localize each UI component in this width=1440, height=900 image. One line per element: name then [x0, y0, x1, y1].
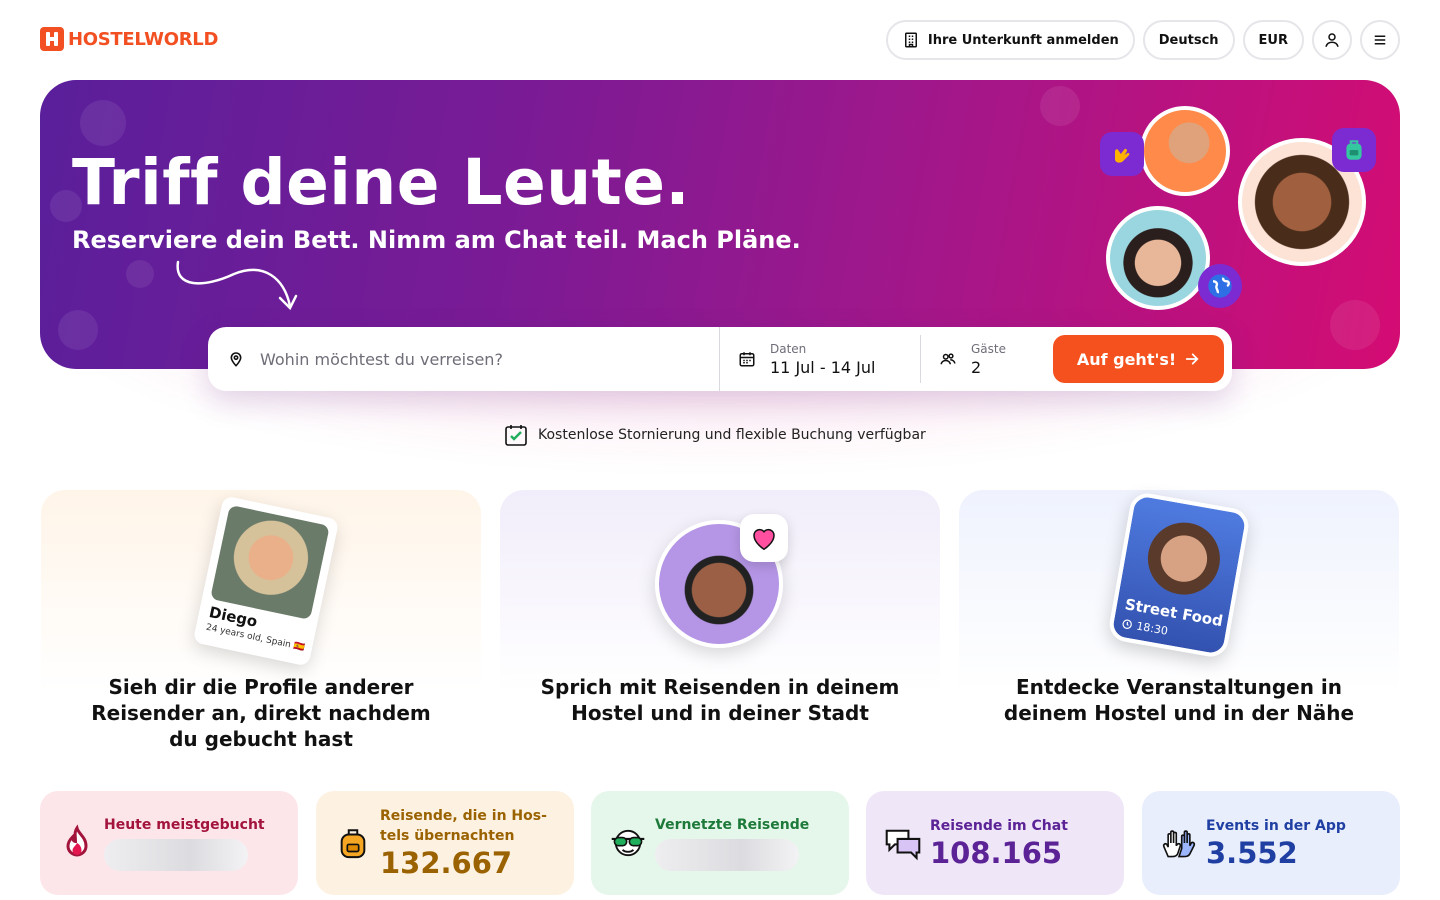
- hero-subtitle: Reserviere dein Bett. Nimm am Chat teil.…: [72, 226, 801, 254]
- stat-label: Heute meistgebucht: [104, 817, 265, 833]
- stat-chat-travelers: Reisende im Chat 108.165: [866, 791, 1124, 895]
- location-pin-icon: [230, 352, 242, 367]
- profile-photo: [210, 504, 330, 620]
- stat-label: Vernetzte Reisende: [655, 817, 810, 833]
- arrow-right-icon: [1185, 353, 1199, 365]
- loading-skeleton: [655, 839, 799, 871]
- destination-input[interactable]: [260, 349, 680, 369]
- hamburger-menu-icon: [1374, 35, 1386, 45]
- calendar-check-icon: [505, 425, 527, 446]
- logo-text: HOSTELWORLD: [68, 28, 219, 50]
- register-property-label: Ihre Unterkunft anmelden: [927, 32, 1119, 48]
- feature-profiles: Diego 24 years old, Spain 🇪🇸 Sieh dir di…: [41, 490, 481, 760]
- traveler-avatar: [1106, 206, 1210, 310]
- stat-label: Reisende im Chat: [930, 818, 1068, 834]
- stat-connected-travelers: Vernetzte Reisende: [591, 791, 849, 895]
- calendar-icon: [739, 352, 755, 367]
- clock-icon: [1122, 619, 1132, 629]
- currency-button[interactable]: EUR: [1242, 20, 1304, 60]
- heart-bubble: [740, 514, 788, 562]
- guests-value: 2: [971, 357, 982, 377]
- dates-label: Daten: [770, 341, 807, 356]
- dates-value: 11 Jul - 14 Jul: [770, 357, 876, 377]
- user-icon: [1325, 33, 1339, 47]
- event-card: Street Food 18:30: [1106, 490, 1252, 660]
- bokeh-decoration: [1040, 86, 1080, 126]
- bokeh-decoration: [126, 260, 154, 288]
- dates-field[interactable]: Daten 11 Jul - 14 Jul: [720, 335, 921, 383]
- bokeh-decoration: [80, 100, 126, 146]
- traveler-avatar: [1140, 106, 1230, 196]
- destination-field[interactable]: [208, 327, 720, 391]
- top-nav: Ihre Unterkunft anmelden Deutsch EUR: [885, 20, 1400, 60]
- feature-events: Street Food 18:30 Entdecke Veranstaltung…: [959, 490, 1399, 760]
- profile-card: Diego 24 years old, Spain 🇪🇸: [192, 495, 340, 667]
- stat-value: 108.165: [930, 836, 1063, 870]
- stat-value: 132.667: [380, 846, 513, 880]
- account-button[interactable]: [1312, 20, 1352, 60]
- globe-icon: [1198, 264, 1242, 308]
- site-header: HOSTELWORLD Ihre Unterkunft anmelden Deu…: [0, 0, 1440, 80]
- stat-value: 3.552: [1206, 836, 1298, 870]
- fire-icon: [58, 824, 96, 862]
- cancellation-note: Kostenlose Stornierung und flexible Buch…: [504, 423, 926, 447]
- event-time-row: 18:30: [1121, 617, 1169, 638]
- curved-arrow-icon: [176, 260, 298, 311]
- register-property-button[interactable]: Ihre Unterkunft anmelden: [885, 20, 1135, 60]
- menu-button[interactable]: [1360, 20, 1400, 60]
- logo-mark-icon: [40, 27, 64, 51]
- search-submit-button[interactable]: Auf geht's!: [1053, 335, 1224, 383]
- hero-title: Triff deine Leute.: [72, 146, 690, 219]
- language-button[interactable]: Deutsch: [1142, 20, 1235, 60]
- heart-icon: [753, 528, 775, 551]
- loading-skeleton: [104, 839, 248, 871]
- stat-hostel-travelers: Reisende, die in Hos-tels übernachten 13…: [316, 791, 574, 895]
- bokeh-decoration: [58, 310, 98, 350]
- cancellation-text: Kostenlose Stornierung und flexible Buch…: [538, 427, 926, 443]
- waving-hands-icon: [1160, 824, 1198, 862]
- hostelworld-logo[interactable]: HOSTELWORLD: [40, 27, 218, 51]
- hero-banner: Triff deine Leute. Reserviere dein Bett.…: [40, 80, 1400, 369]
- sunglasses-icon: [609, 824, 647, 862]
- guests-icon: [940, 353, 956, 365]
- event-time: 18:30: [1135, 619, 1169, 638]
- stat-label: Events in der App: [1206, 818, 1346, 834]
- feature-chat: Sprich mit Reisenden in deinem Hostel un…: [500, 490, 940, 760]
- guests-label: Gäste: [971, 341, 1006, 356]
- bokeh-decoration: [1330, 300, 1380, 350]
- guests-field[interactable]: Gäste 2: [921, 335, 1053, 383]
- stat-most-booked: Heute meistgebucht: [40, 791, 298, 895]
- feature-title: Sprich mit Reisenden in deinem Hostel un…: [540, 675, 900, 725]
- chat-bubbles-icon: [884, 824, 922, 862]
- stat-label: Reisende, die in Hos-tels übernachten: [380, 808, 547, 844]
- search-bar: Daten 11 Jul - 14 Jul Gäste 2 Auf geht's…: [208, 327, 1232, 391]
- backpack-icon: [334, 824, 372, 862]
- event-photo: [1142, 516, 1226, 601]
- backpack-badge-icon: [1332, 128, 1376, 172]
- stat-app-events: Events in der App 3.552: [1142, 791, 1400, 895]
- building-icon: [904, 32, 917, 48]
- feature-title: Sieh dir die Profile anderer Reisender a…: [91, 675, 431, 751]
- feature-title: Entdecke Veranstaltungen in deinem Hoste…: [1003, 675, 1355, 725]
- search-submit-label: Auf geht's!: [1076, 349, 1177, 369]
- shaka-hand-icon: [1100, 132, 1144, 176]
